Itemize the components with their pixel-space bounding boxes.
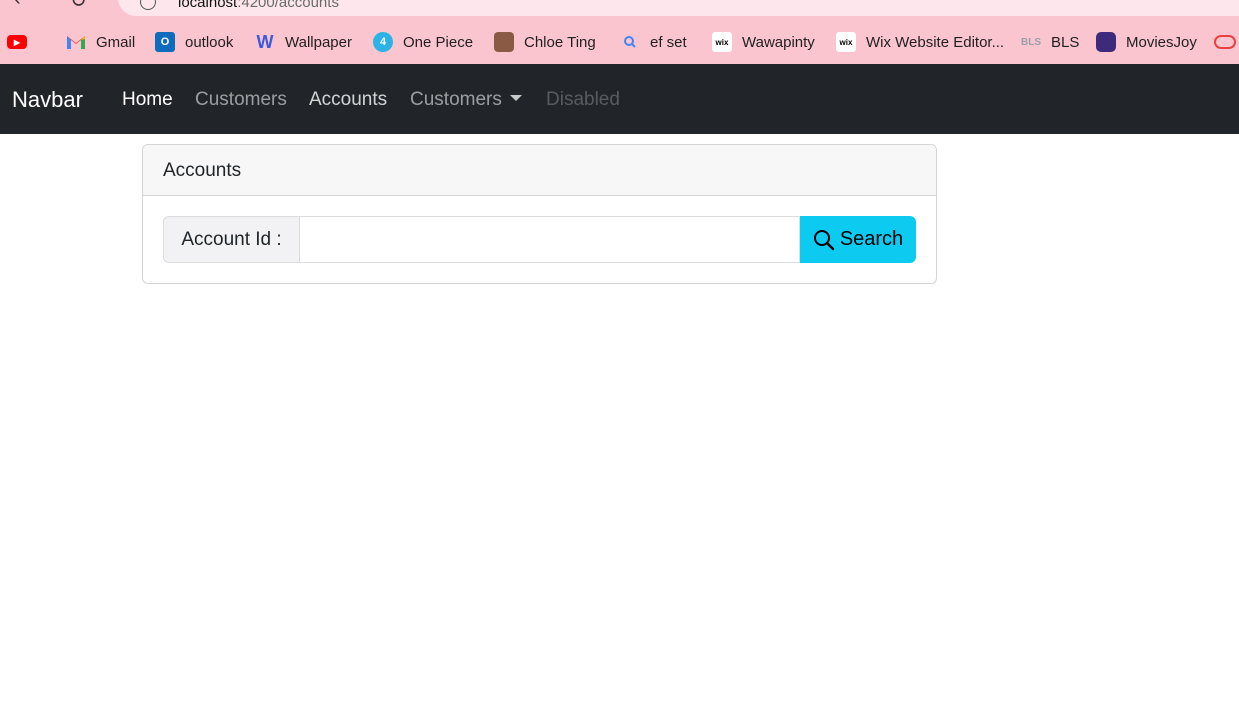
wix-icon: wix	[712, 32, 732, 52]
dropdown-label: Customers	[410, 89, 502, 110]
bookmark-youtube[interactable]: ▶	[7, 29, 37, 55]
nav-customers[interactable]: Customers	[195, 89, 287, 111]
wallpaper-icon: W	[256, 31, 274, 52]
accounts-card: Accounts Account Id : Search	[142, 144, 937, 284]
bookmark-wallpaper[interactable]: W Wallpaper	[255, 29, 352, 55]
card-title: Accounts	[143, 145, 936, 196]
search-button[interactable]: Search	[800, 216, 916, 263]
browser-chrome: ‹ ↻ localhost:4200/accounts ▶ Gmail O ou…	[0, 0, 1239, 64]
bookmark-ef-set[interactable]: ef set	[620, 29, 687, 55]
nav-customers-dropdown[interactable]: Customers	[410, 89, 522, 111]
bookmarks-bar: ▶ Gmail O outlook W Wallpaper 4 One Piec…	[0, 29, 1239, 55]
bookmark-moviesjoy[interactable]: MoviesJoy	[1096, 29, 1197, 55]
nav-accounts[interactable]: Accounts	[309, 89, 387, 111]
bookmark-overflow[interactable]	[1214, 29, 1239, 55]
wix-icon: wix	[836, 32, 856, 52]
outlook-icon: O	[155, 32, 175, 52]
site-info-icon[interactable]	[140, 0, 156, 10]
search-icon	[620, 32, 640, 52]
one-piece-icon: 4	[373, 32, 393, 52]
bookmark-one-piece[interactable]: 4 One Piece	[373, 29, 473, 55]
search-button-label: Search	[839, 228, 904, 250]
account-id-input[interactable]	[299, 216, 800, 263]
youtube-icon: ▶	[7, 35, 27, 49]
account-id-label: Account Id :	[163, 216, 299, 263]
navbar-brand[interactable]: Navbar	[12, 87, 83, 113]
back-icon[interactable]: ‹	[14, 0, 21, 11]
nav-disabled: Disabled	[546, 89, 620, 110]
nav-home[interactable]: Home	[122, 89, 173, 111]
bookmark-bls[interactable]: BLS BLS	[1021, 29, 1079, 55]
oracle-icon	[1214, 35, 1236, 49]
search-icon	[813, 229, 835, 250]
navbar: Navbar Home Customers Accounts Customers…	[0, 64, 1239, 134]
account-search-group: Account Id : Search	[163, 216, 916, 263]
moviesjoy-icon	[1096, 32, 1116, 52]
bookmark-wawapinty[interactable]: wix Wawapinty	[712, 29, 815, 55]
bookmark-chloe-ting[interactable]: Chloe Ting	[494, 29, 596, 55]
gmail-icon	[66, 32, 86, 52]
bookmark-gmail[interactable]: Gmail	[66, 29, 135, 55]
address-bar[interactable]: localhost:4200/accounts	[118, 0, 1239, 16]
bls-icon: BLS	[1021, 36, 1041, 48]
reload-icon[interactable]: ↻	[70, 0, 87, 13]
address-url[interactable]: localhost:4200/accounts	[178, 0, 339, 11]
bookmark-wix-editor[interactable]: wix Wix Website Editor...	[836, 29, 1004, 55]
chloe-ting-avatar	[494, 32, 514, 52]
bookmark-outlook[interactable]: O outlook	[155, 29, 233, 55]
caret-down-icon	[509, 94, 522, 101]
